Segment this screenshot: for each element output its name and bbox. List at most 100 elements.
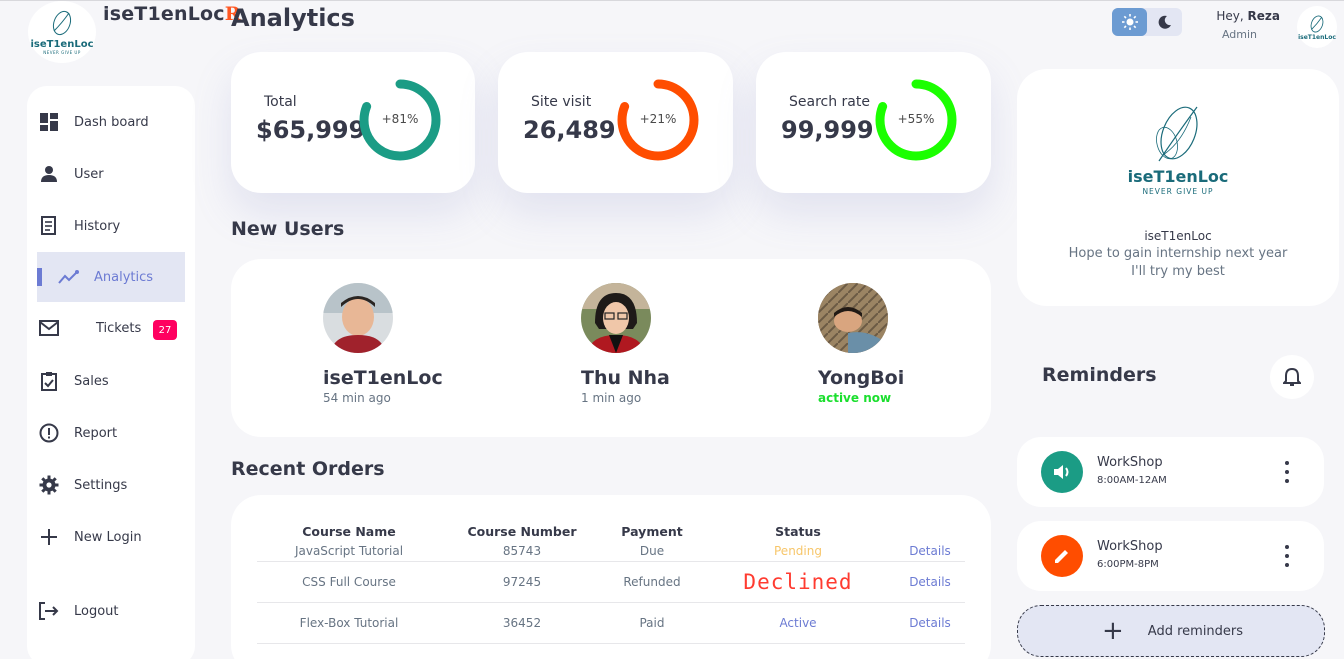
sidebar-item-sales[interactable]: Sales [37,356,185,406]
leaf-logo-icon [1156,106,1198,162]
logout-icon [38,600,60,622]
stat-label: Search rate [789,94,870,110]
reminder-name: WorkShop [1097,539,1163,554]
recent-orders-title: Recent Orders [231,458,385,480]
recent-orders-card: Course Name Course Number Payment Status… [231,495,991,659]
stat-value: 99,999 [781,116,874,144]
details-link[interactable]: Details [895,561,965,603]
sidebar-item-label: Analytics [94,269,154,285]
profile-role: Admin [1221,28,1257,41]
sun-icon[interactable] [1112,8,1147,36]
mail-icon [38,317,60,339]
user-card[interactable]: YongBoi active now [818,283,978,405]
report-icon [38,422,60,444]
user-status-online: active now [818,391,892,405]
status-badge: Declined [701,561,895,603]
profile-username: Reza [1247,9,1280,23]
status-badge: Active [701,602,895,644]
table-row: JavaScript Tutorial 85743 Due Pending De… [257,541,965,562]
more-options-icon[interactable] [1281,461,1293,483]
user-time: 1 min ago [581,391,642,405]
about-name: iseT1enLoc [1144,229,1212,243]
about-logo-tagline: NEVER GIVE UP [1142,187,1214,196]
about-line: I'll try my best [1131,264,1225,279]
stat-value: $65,999 [256,116,366,144]
sidebar-item-label: Sales [74,373,109,389]
reminder-card[interactable]: WorkShop 6:00PM-8PM [1017,521,1324,591]
stat-percent: +55% [897,112,935,126]
clipboard-icon [38,370,60,392]
sidebar-item-dashboard[interactable]: Dash board [37,97,185,147]
status-badge: Pending [701,541,895,562]
analytics-icon [58,266,80,288]
sidebar-item-settings[interactable]: Settings [37,460,185,510]
course-name: CSS Full Course [257,561,441,603]
stat-percent: +81% [381,112,419,126]
plus-icon [38,526,60,548]
course-name: JavaScript Tutorial [257,541,441,562]
user-card[interactable]: Thu Nha 1 min ago [581,283,741,405]
reminders-title: Reminders [1042,364,1157,386]
sidebar-item-new-login[interactable]: New Login [37,512,185,562]
sidebar-item-label: Logout [74,603,119,619]
sidebar-item-label: Tickets [96,320,142,336]
sidebar-item-analytics[interactable]: Analytics [37,252,185,302]
sidebar-item-report[interactable]: Report [37,408,185,458]
table-row: Flex-Box Tutorial 36452 Paid Active Deta… [257,602,965,644]
user-name: Thu Nha [581,367,670,389]
sidebar: Dash board User History Analytics Ticket… [27,86,195,659]
stat-card-site-visit: Site visit 26,489 +21% [498,52,733,193]
sidebar-item-label: Report [74,425,118,441]
moon-icon[interactable] [1147,8,1182,36]
theme-toggle[interactable] [1112,8,1182,36]
sidebar-item-tickets[interactable]: Tickets 27 [37,303,185,353]
new-users-card: iseT1enLoc 54 min ago Thu Nha 1 min ago … [231,259,991,437]
table-header-row: Course Name Course Number Payment Status [257,521,965,541]
more-options-icon[interactable] [1281,545,1293,567]
history-icon [38,215,60,237]
about-line: Hope to gain internship next year [1068,246,1288,261]
sidebar-item-history[interactable]: History [37,201,185,251]
column-header: Course Name [302,523,396,539]
details-link[interactable]: Details [895,602,965,644]
leaf-logo-icon [1310,15,1324,32]
payment: Paid [603,602,701,644]
sidebar-item-label: User [74,166,104,182]
table-row: CSS Full Course 97245 Refunded Declined … [257,561,965,603]
course-number: 85743 [441,541,603,562]
sidebar-item-label: Settings [74,477,128,493]
add-reminder-button[interactable]: + Add reminders [1017,605,1325,657]
bell-button[interactable] [1270,355,1314,399]
user-time: 54 min ago [323,391,391,405]
plus-icon: + [1102,616,1124,646]
user-icon [38,163,60,185]
bell-icon [1283,367,1301,386]
logo-text: iseT1enLoc [30,39,94,50]
profile-greeting: Hey, Reza [1216,9,1280,23]
reminder-name: WorkShop [1097,455,1163,470]
reminder-time: 6:00PM-8PM [1097,559,1159,570]
sidebar-item-logout[interactable]: Logout [37,586,185,636]
column-header [895,521,965,541]
add-reminder-label: Add reminders [1147,623,1244,639]
details-link[interactable]: Details [895,541,965,562]
column-header: Payment [621,523,683,539]
brand-name: iseT1enLocR [103,3,241,25]
stat-card-search-rate: Search rate 99,999 +55% [756,52,991,193]
stat-card-total: Total $65,999 +81% [231,52,475,193]
avatar [581,283,651,353]
course-name: Flex-Box Tutorial [257,602,441,644]
column-header: Status [775,523,821,539]
reminder-card[interactable]: WorkShop 8:00AM-12AM [1017,437,1324,507]
user-card[interactable]: iseT1enLoc 54 min ago [323,283,483,405]
about-card: iseT1enLoc NEVER GIVE UP iseT1enLoc Hope… [1017,69,1339,306]
user-name: YongBoi [818,367,905,389]
sidebar-item-label: New Login [74,529,142,545]
avatar [818,283,888,353]
sidebar-item-user[interactable]: User [37,149,185,199]
tickets-count-badge: 27 [153,320,177,340]
avatar [323,283,393,353]
stat-value: 26,489 [523,116,616,144]
profile-avatar[interactable]: iseT1enLoc [1297,6,1337,48]
new-users-title: New Users [231,218,345,240]
